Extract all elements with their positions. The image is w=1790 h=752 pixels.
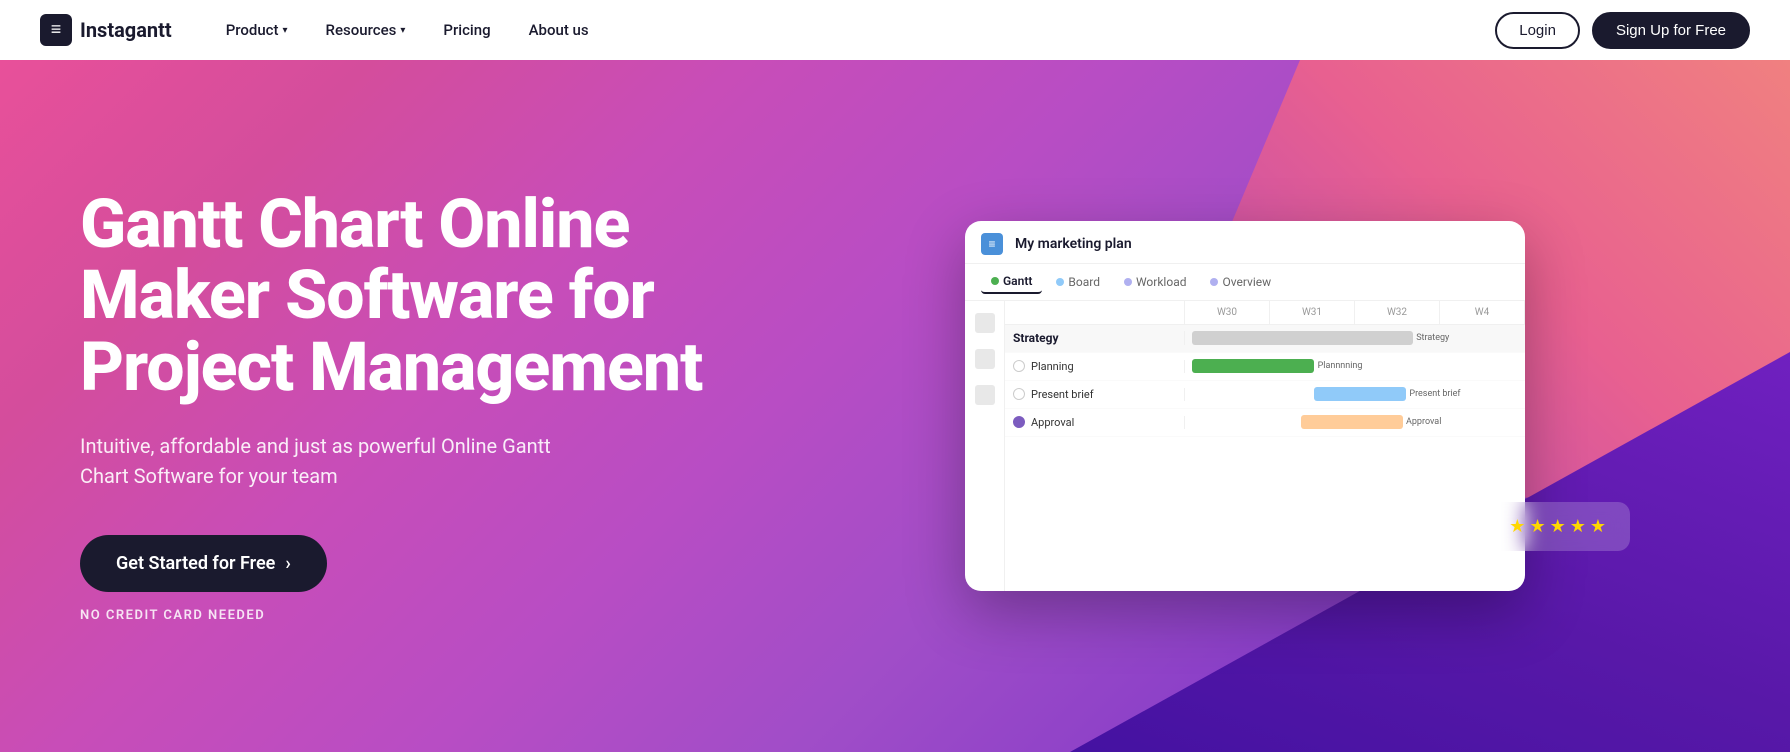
gantt-bar-label-present-brief: Present brief	[1409, 389, 1460, 399]
gantt-row-approval: Approval Approval	[1005, 409, 1525, 437]
app-sidebar	[965, 301, 1005, 591]
nav-item-about[interactable]: About us	[515, 13, 603, 47]
brand-name: Instagantt	[80, 18, 172, 42]
stars-container: ★ ★ ★ ★ ★	[1509, 516, 1606, 537]
gantt-bar-planning	[1192, 359, 1314, 373]
hero-content: Gantt Chart Online Maker Software for Pr…	[0, 189, 1790, 623]
star-4: ★	[1570, 516, 1586, 537]
arrow-icon: ›	[285, 553, 290, 574]
gantt-bar-strategy	[1192, 331, 1413, 345]
reviews-text: 10,000+ reviews	[1380, 517, 1497, 536]
login-button[interactable]: Login	[1495, 12, 1580, 49]
gantt-right-header: W30 W31 W32 W4	[1185, 301, 1525, 324]
hero-title: Gantt Chart Online Maker Software for Pr…	[80, 189, 720, 403]
hero-section: Gantt Chart Online Maker Software for Pr…	[0, 60, 1790, 752]
gantt-bar-area-present-brief: Present brief	[1185, 381, 1525, 408]
gantt-label-approval: Approval	[1005, 416, 1185, 429]
tab-board[interactable]: Board	[1046, 271, 1110, 293]
gantt-week-w31: W31	[1270, 301, 1355, 324]
gantt-bar-label-planning: Plannnning	[1318, 361, 1363, 371]
star-3: ★	[1550, 516, 1566, 537]
gantt-bar-label-strategy: Strategy	[1416, 333, 1449, 343]
chevron-down-icon: ▾	[283, 25, 288, 36]
nav-item-resources[interactable]: Resources ▾	[312, 13, 420, 47]
hero-left: Gantt Chart Online Maker Software for Pr…	[80, 189, 720, 623]
row-check-present-brief	[1013, 388, 1025, 400]
nav-right: Login Sign Up for Free	[1495, 12, 1750, 49]
brand-logo[interactable]: ≡ Instagantt	[40, 14, 172, 46]
hero-subtitle: Intuitive, affordable and just as powerf…	[80, 431, 580, 491]
app-icon: ≡	[981, 233, 1003, 255]
gantt-bar-area-strategy: Strategy	[1185, 325, 1525, 352]
gantt-bar-approval	[1301, 415, 1403, 429]
app-tabs: Gantt Board Workload Overview	[965, 264, 1525, 301]
hero-right: ≡ My marketing plan Gantt Board	[780, 221, 1710, 591]
reviews-badge: 10,000+ reviews ★ ★ ★ ★ ★	[1356, 502, 1630, 551]
gantt-header: W30 W31 W32 W4	[1005, 301, 1525, 325]
gantt-week-w32: W32	[1355, 301, 1440, 324]
tab-overview[interactable]: Overview	[1200, 271, 1281, 293]
star-5: ★	[1590, 516, 1606, 537]
nav-item-product[interactable]: Product ▾	[212, 13, 302, 47]
tab-gantt[interactable]: Gantt	[981, 270, 1042, 294]
signup-button[interactable]: Sign Up for Free	[1592, 12, 1750, 49]
navbar: ≡ Instagantt Product ▾ Resources ▾ Prici…	[0, 0, 1790, 60]
gantt-bar-label-approval: Approval	[1406, 417, 1441, 427]
gantt-bar-present-brief	[1314, 387, 1406, 401]
gantt-week-w30: W30	[1185, 301, 1270, 324]
tab-workload[interactable]: Workload	[1114, 271, 1197, 293]
sidebar-icon-3	[975, 385, 995, 405]
tab-workload-dot	[1124, 278, 1132, 286]
row-check-planning	[1013, 360, 1025, 372]
gantt-left-header	[1005, 301, 1185, 324]
gantt-label-present-brief: Present brief	[1005, 388, 1185, 401]
sidebar-icon-1	[975, 313, 995, 333]
nav-links: Product ▾ Resources ▾ Pricing About us	[212, 13, 1496, 47]
star-1: ★	[1509, 516, 1525, 537]
brand-icon: ≡	[40, 14, 72, 46]
gantt-row-present-brief: Present brief Present brief	[1005, 381, 1525, 409]
cta-button[interactable]: Get Started for Free ›	[80, 535, 327, 592]
gantt-bar-area-approval: Approval	[1185, 409, 1525, 436]
gantt-week-w4: W4	[1440, 301, 1525, 324]
star-2: ★	[1529, 516, 1545, 537]
chevron-down-icon: ▾	[400, 25, 405, 36]
gantt-row-planning: Planning Plannnning	[1005, 353, 1525, 381]
gantt-label-strategy: Strategy	[1005, 331, 1185, 345]
no-credit-label: NO CREDIT CARD NEEDED	[80, 608, 720, 623]
gantt-bar-area-planning: Plannnning	[1185, 353, 1525, 380]
nav-item-pricing[interactable]: Pricing	[429, 13, 504, 47]
row-check-approval	[1013, 416, 1025, 428]
tab-board-dot	[1056, 278, 1064, 286]
app-preview-title: My marketing plan	[1015, 236, 1132, 252]
gantt-label-planning: Planning	[1005, 360, 1185, 373]
tab-overview-dot	[1210, 278, 1218, 286]
sidebar-icon-2	[975, 349, 995, 369]
gantt-row-strategy: Strategy Strategy	[1005, 325, 1525, 353]
tab-gantt-dot	[991, 277, 999, 285]
app-topbar: ≡ My marketing plan	[965, 221, 1525, 264]
